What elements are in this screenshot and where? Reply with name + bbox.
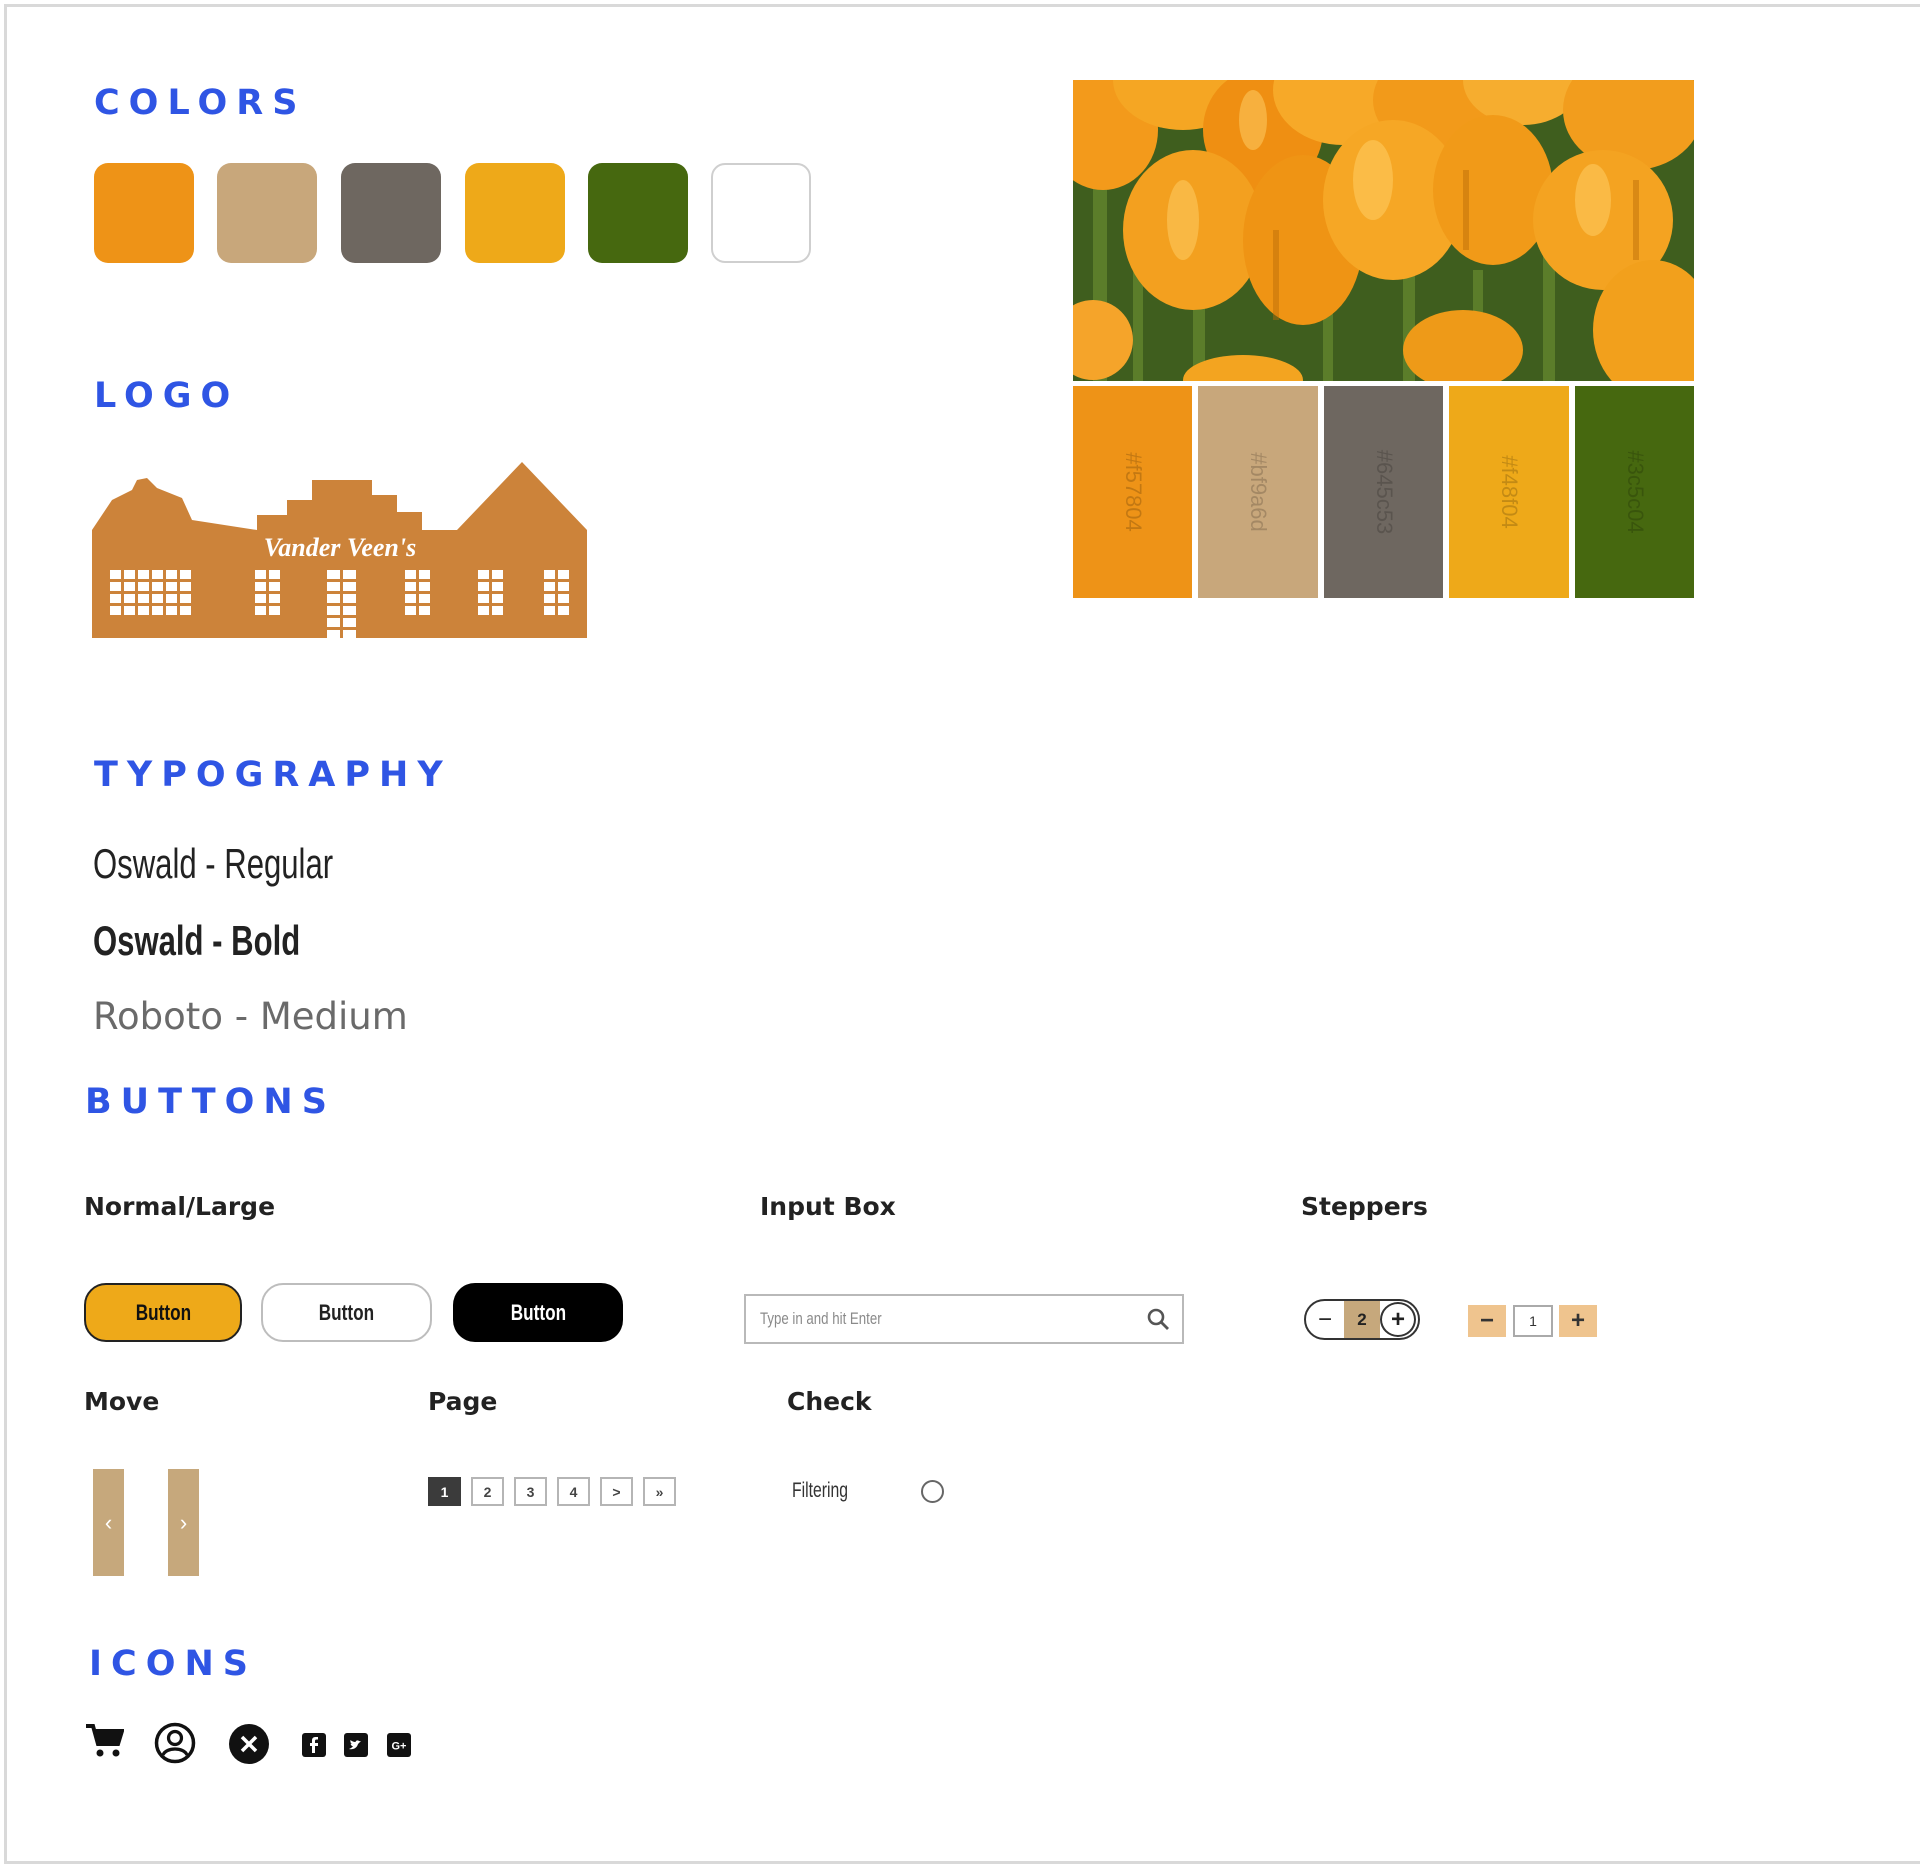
palette-hex-1: #f57804 <box>1120 452 1146 532</box>
input-box-label: Input Box <box>760 1192 896 1221</box>
palette-hex-2: #bf9a6d <box>1246 452 1271 532</box>
filtering-label: Filtering <box>792 1479 849 1502</box>
font-sample-oswald-regular: Oswald - Regular <box>93 840 334 887</box>
move-prev-button[interactable]: ‹ <box>93 1469 124 1576</box>
stepper-plus-button[interactable]: + <box>1380 1302 1416 1337</box>
color-swatch-white <box>711 163 811 263</box>
color-swatch-tan <box>217 163 317 263</box>
palette-hex-3: #645c53 <box>1371 449 1397 535</box>
palette-strip-4: #f48f04 <box>1449 386 1569 598</box>
twitter-icon[interactable] <box>344 1733 368 1762</box>
page-button-2[interactable]: 2 <box>471 1477 504 1506</box>
color-swatch-gold <box>465 163 565 263</box>
icons-heading: ICONS <box>89 1644 257 1684</box>
typography-heading: TYPOGRAPHY <box>94 755 452 795</box>
facebook-icon[interactable] <box>302 1733 326 1762</box>
move-next-button[interactable]: › <box>168 1469 199 1576</box>
normal-large-label: Normal/Large <box>84 1192 276 1221</box>
color-swatch-green <box>588 163 688 263</box>
page-label: Page <box>428 1387 498 1416</box>
steppers-label: Steppers <box>1301 1192 1428 1221</box>
color-swatch-orange <box>94 163 194 263</box>
close-circle-icon[interactable] <box>228 1723 270 1770</box>
secondary-button[interactable]: Button <box>261 1283 432 1342</box>
page-button-4[interactable]: 4 <box>557 1477 590 1506</box>
font-sample-oswald-bold: Oswald - Bold <box>93 917 301 964</box>
palette-hex-5: #3c5c04 <box>1622 450 1648 534</box>
dark-button[interactable]: Button <box>453 1283 623 1342</box>
svg-text:G+: G+ <box>392 1741 407 1753</box>
user-circle-icon[interactable] <box>154 1722 196 1769</box>
google-plus-icon[interactable]: G+ <box>387 1733 411 1762</box>
primary-button[interactable]: Button <box>84 1283 242 1342</box>
palette-hex-4: #f48f04 <box>1497 455 1522 529</box>
square-stepper-value[interactable]: 1 <box>1513 1305 1553 1337</box>
colors-heading: COLORS <box>94 83 307 123</box>
buttons-heading: BUTTONS <box>85 1082 336 1122</box>
palette-strip-3: #645c53 <box>1324 386 1443 598</box>
page-button-1[interactable]: 1 <box>428 1477 461 1506</box>
page-last-button[interactable]: » <box>643 1477 676 1506</box>
palette-strip-5: #3c5c04 <box>1575 386 1694 598</box>
check-label: Check <box>787 1387 872 1416</box>
palette-strip-1: #f57804 <box>1073 386 1192 598</box>
page-next-button[interactable]: > <box>600 1477 633 1506</box>
tulips-photo <box>1073 80 1694 381</box>
stepper-minus-button[interactable]: − <box>1306 1301 1344 1338</box>
color-swatch-gray <box>341 163 441 263</box>
square-stepper-minus-button[interactable]: − <box>1468 1305 1506 1337</box>
page-button-3[interactable]: 3 <box>514 1477 547 1506</box>
filtering-radio[interactable] <box>921 1480 944 1503</box>
font-sample-roboto-medium: Roboto - Medium <box>93 995 408 1038</box>
logo-text: Vander Veen's <box>264 533 416 562</box>
search-input-box[interactable]: Type in and hit Enter <box>744 1294 1184 1344</box>
stepper-value: 2 <box>1344 1301 1380 1338</box>
logo-heading: LOGO <box>94 376 240 416</box>
move-label: Move <box>84 1387 160 1416</box>
palette-strip-2: #bf9a6d <box>1198 386 1318 598</box>
cart-icon[interactable] <box>84 1722 125 1763</box>
search-icon[interactable] <box>1146 1307 1170 1336</box>
search-input-placeholder: Type in and hit Enter <box>760 1309 882 1328</box>
square-stepper-plus-button[interactable]: + <box>1559 1305 1597 1337</box>
brand-logo: Vander Veen's <box>92 460 587 638</box>
round-stepper[interactable]: − 2 + <box>1304 1299 1420 1340</box>
